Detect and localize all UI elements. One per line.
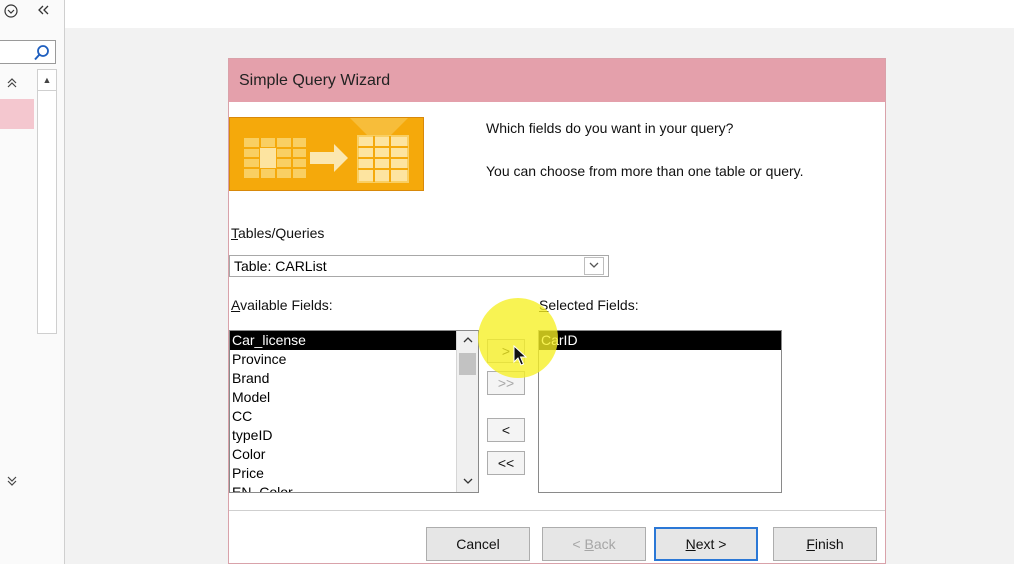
expand-down-icon[interactable]: [6, 474, 18, 490]
list-item[interactable]: CarID: [539, 331, 781, 350]
finish-button[interactable]: Finish: [773, 527, 877, 561]
dialog-divider: [229, 510, 885, 511]
list-item[interactable]: Model: [230, 388, 478, 407]
cancel-button[interactable]: Cancel: [426, 527, 530, 561]
add-all-fields-button[interactable]: >>: [487, 371, 525, 395]
nav-group-highlight[interactable]: [0, 99, 34, 129]
available-fields-label: Available Fields:: [231, 297, 333, 313]
list-item[interactable]: CC: [230, 407, 478, 426]
mouse-pointer-icon: [513, 345, 527, 366]
wizard-question: Which fields do you want in your query?: [486, 120, 734, 136]
list-item[interactable]: Province: [230, 350, 478, 369]
available-fields-list[interactable]: Car_license Province Brand Model CC type…: [229, 330, 479, 493]
back-button[interactable]: < Back: [542, 527, 646, 561]
table-to-query-illustration: [229, 117, 424, 191]
collapse-left-icon[interactable]: [36, 3, 50, 20]
workspace-top-band: [65, 0, 1014, 28]
list-item[interactable]: Color: [230, 445, 478, 464]
tables-queries-selected-value: Table: CARList: [234, 258, 327, 274]
scroll-up-arrow-icon[interactable]: ▲: [38, 70, 56, 91]
list-item[interactable]: typeID: [230, 426, 478, 445]
navigation-pane: ▲: [0, 0, 65, 564]
dialog-title: Simple Query Wizard: [239, 72, 391, 89]
list-item[interactable]: Car_license: [230, 331, 478, 350]
expand-up-icon[interactable]: [6, 76, 18, 92]
dialog-title-bar[interactable]: Simple Query Wizard: [229, 59, 885, 102]
list-item[interactable]: Price: [230, 464, 478, 483]
navigation-search-box[interactable]: [0, 40, 56, 64]
chevron-down-icon[interactable]: [584, 257, 604, 275]
chevron-circle-icon[interactable]: [4, 4, 18, 21]
tables-queries-dropdown[interactable]: Table: CARList: [229, 255, 609, 277]
simple-query-wizard-dialog: Simple Query Wizard Which fields do you …: [228, 58, 886, 564]
search-icon[interactable]: [33, 44, 51, 62]
selected-fields-list[interactable]: CarID: [538, 330, 782, 493]
nav-scrollbar[interactable]: ▲: [37, 69, 57, 334]
scrollbar-thumb[interactable]: [459, 353, 476, 375]
remove-all-fields-button[interactable]: <<: [487, 451, 525, 475]
tables-queries-label: Tables/Queries: [231, 225, 325, 241]
next-button[interactable]: Next >: [654, 527, 758, 561]
wizard-illustration: [229, 117, 473, 211]
wizard-hint: You can choose from more than one table …: [486, 163, 804, 179]
available-fields-scrollbar[interactable]: [456, 331, 478, 492]
scroll-down-arrow-icon[interactable]: [457, 472, 478, 492]
scroll-up-arrow-icon[interactable]: [457, 331, 478, 351]
list-item[interactable]: EN_Color: [230, 483, 478, 492]
selected-fields-label: Selected Fields:: [539, 297, 639, 313]
list-item[interactable]: Brand: [230, 369, 478, 388]
remove-field-button[interactable]: <: [487, 418, 525, 442]
